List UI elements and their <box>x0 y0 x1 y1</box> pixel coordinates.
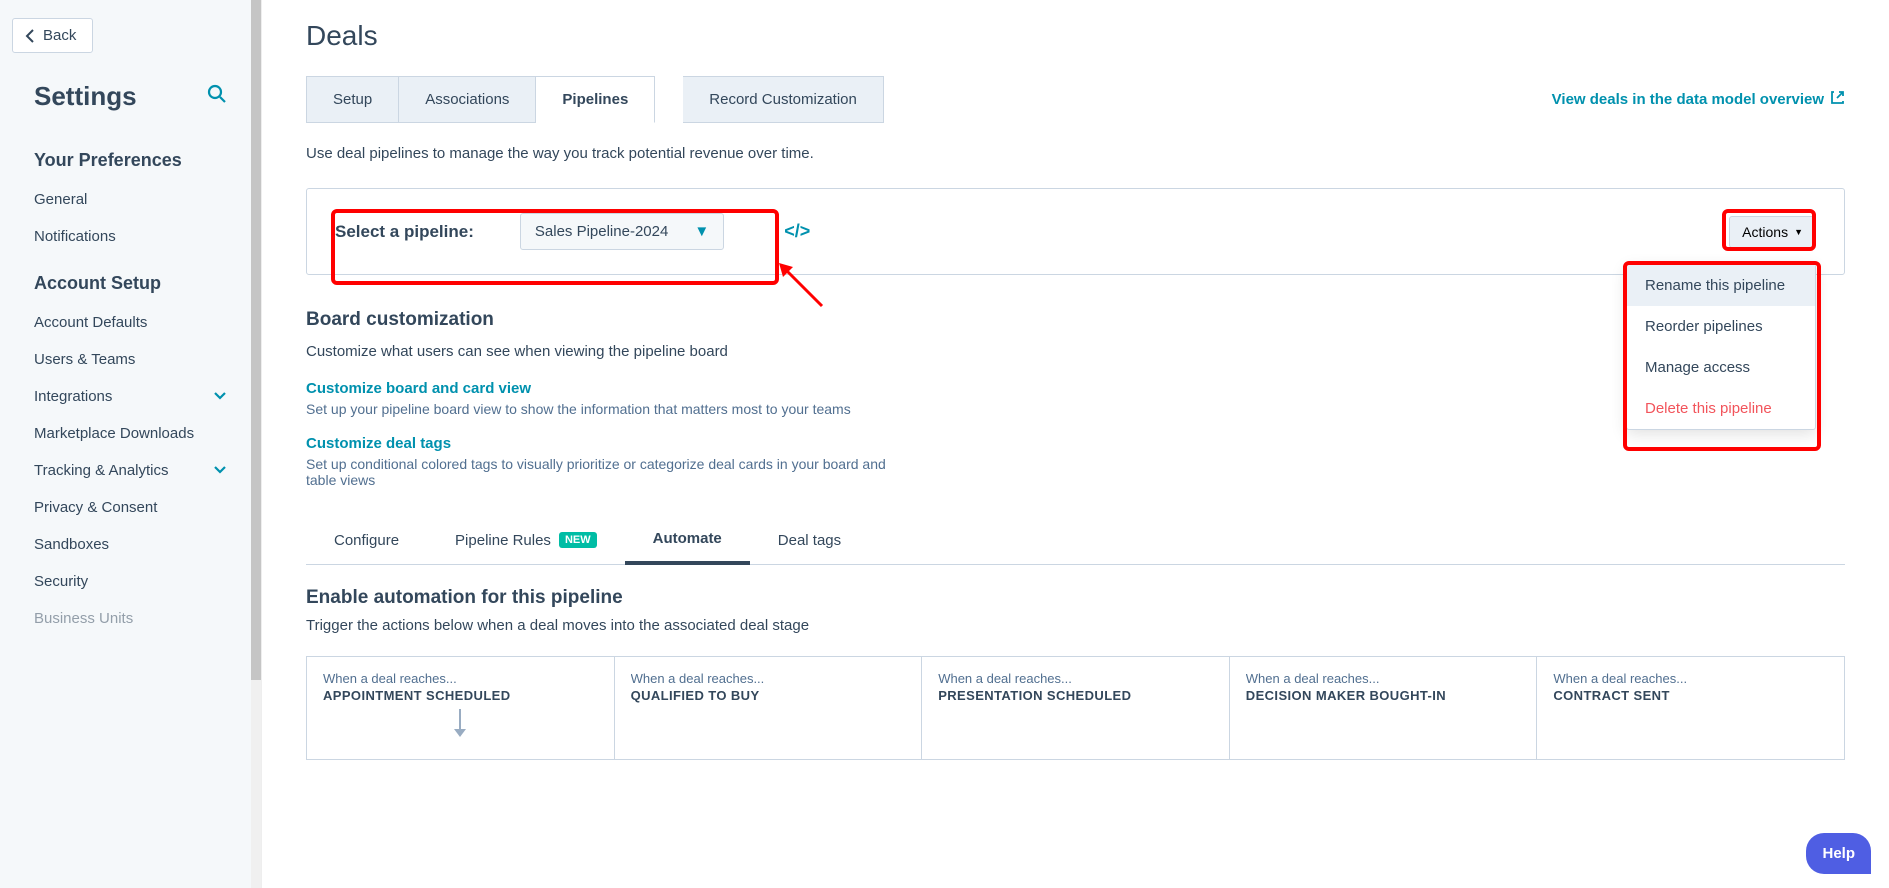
tab-pipelines[interactable]: Pipelines <box>536 76 655 123</box>
actions-button[interactable]: Actions ▼ <box>1729 216 1816 248</box>
sidebar-scrollbar[interactable] <box>251 0 261 888</box>
subtab-deal-tags[interactable]: Deal tags <box>750 516 869 564</box>
sidebar-item-marketplace[interactable]: Marketplace Downloads <box>0 415 261 452</box>
menu-item-rename[interactable]: Rename this pipeline <box>1627 265 1815 306</box>
stage-when: When a deal reaches... <box>938 671 1213 686</box>
menu-item-manage-access[interactable]: Manage access <box>1627 347 1815 388</box>
data-model-link[interactable]: View deals in the data model overview <box>1552 90 1845 109</box>
sidebar: Back Settings Your Preferences General N… <box>0 0 262 888</box>
tab-associations[interactable]: Associations <box>399 76 536 123</box>
stage-card: When a deal reaches... PRESENTATION SCHE… <box>922 657 1230 759</box>
customize-tags-desc: Set up conditional colored tags to visua… <box>306 456 906 488</box>
stages-row: When a deal reaches... APPOINTMENT SCHED… <box>306 656 1845 760</box>
menu-item-delete[interactable]: Delete this pipeline <box>1627 388 1815 429</box>
subtab-pipeline-rules[interactable]: Pipeline Rules NEW <box>427 516 625 564</box>
sidebar-item-users-teams[interactable]: Users & Teams <box>0 341 261 378</box>
stage-card: When a deal reaches... APPOINTMENT SCHED… <box>307 657 615 759</box>
chevron-down-icon <box>213 462 227 479</box>
sidebar-item-business-units[interactable]: Business Units <box>0 600 261 637</box>
sidebar-item-privacy[interactable]: Privacy & Consent <box>0 489 261 526</box>
customize-board-link[interactable]: Customize board and card view <box>306 380 1845 397</box>
back-button[interactable]: Back <box>12 18 93 53</box>
stage-when: When a deal reaches... <box>631 671 906 686</box>
stage-name: QUALIFIED TO BUY <box>631 688 906 703</box>
caret-down-icon: ▼ <box>694 223 709 240</box>
page-title: Deals <box>306 20 1845 52</box>
stage-name: DECISION MAKER BOUGHT-IN <box>1246 688 1521 703</box>
subtab-configure[interactable]: Configure <box>306 516 427 564</box>
subtabs: Configure Pipeline Rules NEW Automate De… <box>306 516 1845 565</box>
pipelines-description: Use deal pipelines to manage the way you… <box>306 145 1845 162</box>
external-link-icon <box>1830 90 1845 109</box>
chevron-left-icon <box>25 29 35 43</box>
customize-tags-link[interactable]: Customize deal tags <box>306 435 1845 452</box>
annotation-arrow <box>777 261 827 311</box>
tab-record-customization[interactable]: Record Customization <box>683 76 884 123</box>
stage-card: When a deal reaches... DECISION MAKER BO… <box>1230 657 1538 759</box>
stage-card: When a deal reaches... CONTRACT SENT <box>1537 657 1844 759</box>
code-icon[interactable]: </> <box>784 221 810 242</box>
new-badge: NEW <box>559 532 597 548</box>
help-button[interactable]: Help <box>1806 833 1871 874</box>
sidebar-item-security[interactable]: Security <box>0 563 261 600</box>
stage-name: APPOINTMENT SCHEDULED <box>323 688 598 703</box>
search-icon[interactable] <box>207 84 227 109</box>
sidebar-item-tracking[interactable]: Tracking & Analytics <box>0 452 261 489</box>
automation-title: Enable automation for this pipeline <box>306 587 1845 609</box>
scrollbar-thumb[interactable] <box>251 0 261 680</box>
stage-name: CONTRACT SENT <box>1553 688 1828 703</box>
stage-when: When a deal reaches... <box>1246 671 1521 686</box>
pipeline-dropdown[interactable]: Sales Pipeline-2024 ▼ <box>520 213 724 250</box>
pipeline-selector-panel: Select a pipeline: Sales Pipeline-2024 ▼… <box>306 188 1845 275</box>
pipeline-label: Select a pipeline: <box>335 222 474 242</box>
pipeline-selected: Sales Pipeline-2024 <box>535 223 668 240</box>
menu-item-reorder[interactable]: Reorder pipelines <box>1627 306 1815 347</box>
caret-down-icon: ▼ <box>1794 227 1803 237</box>
board-customization-title: Board customization <box>306 309 1845 331</box>
flow-arrow-icon <box>452 709 468 739</box>
subtab-automate[interactable]: Automate <box>625 516 750 565</box>
board-customization-desc: Customize what users can see when viewin… <box>306 343 1845 360</box>
settings-title: Settings <box>34 81 137 112</box>
customize-board-desc: Set up your pipeline board view to show … <box>306 401 906 417</box>
actions-menu: Rename this pipeline Reorder pipelines M… <box>1626 264 1816 430</box>
section-heading-account: Account Setup <box>0 255 261 304</box>
stage-when: When a deal reaches... <box>323 671 598 686</box>
sidebar-item-notifications[interactable]: Notifications <box>0 218 261 255</box>
tab-setup[interactable]: Setup <box>306 76 399 123</box>
sidebar-item-general[interactable]: General <box>0 181 261 218</box>
automation-desc: Trigger the actions below when a deal mo… <box>306 617 1845 634</box>
sidebar-item-account-defaults[interactable]: Account Defaults <box>0 304 261 341</box>
main-tabs: Setup Associations Pipelines Record Cust… <box>306 76 884 123</box>
stage-when: When a deal reaches... <box>1553 671 1828 686</box>
main-content: Deals Setup Associations Pipelines Recor… <box>262 0 1889 888</box>
section-heading-preferences: Your Preferences <box>0 132 261 181</box>
sidebar-item-sandboxes[interactable]: Sandboxes <box>0 526 261 563</box>
chevron-down-icon <box>213 388 227 405</box>
sidebar-item-integrations[interactable]: Integrations <box>0 378 261 415</box>
back-label: Back <box>43 27 76 44</box>
stage-card: When a deal reaches... QUALIFIED TO BUY <box>615 657 923 759</box>
stage-name: PRESENTATION SCHEDULED <box>938 688 1213 703</box>
